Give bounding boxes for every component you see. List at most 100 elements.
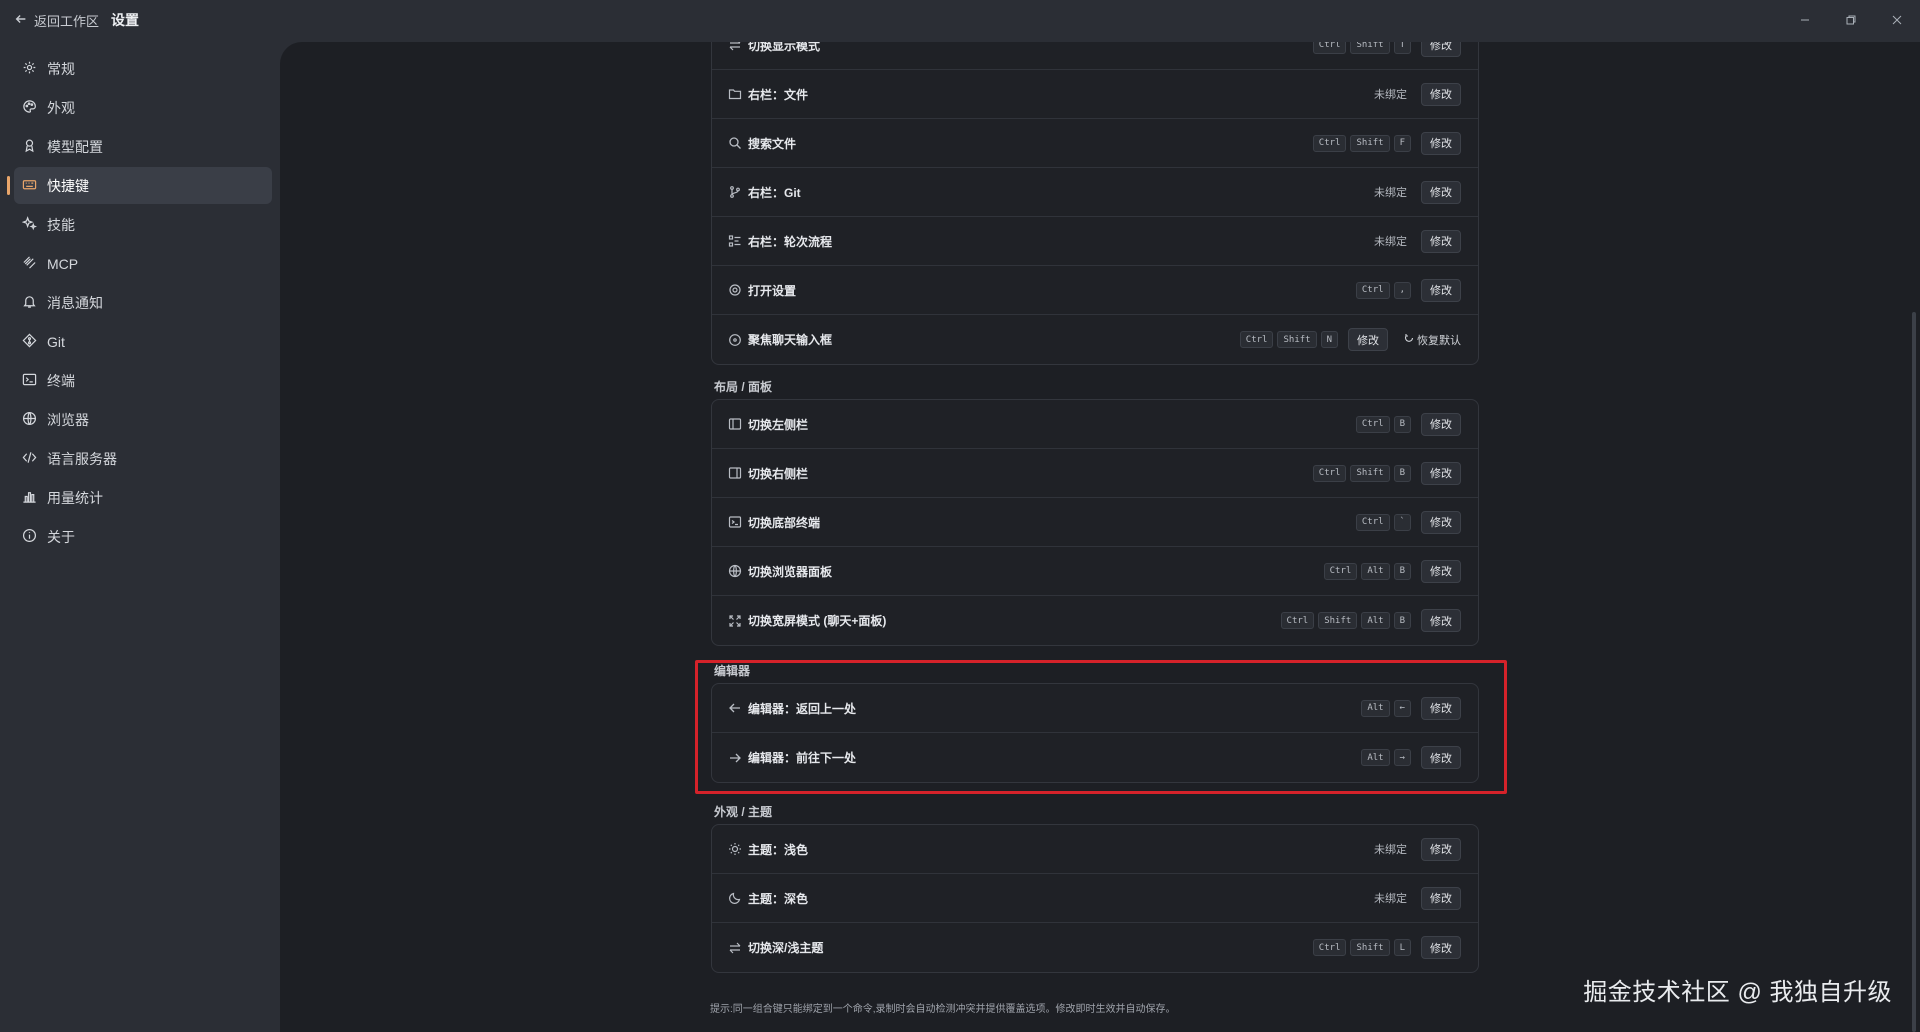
window-controls <box>1782 0 1920 40</box>
left-sidebar-icon <box>728 417 742 431</box>
sidebar-item-terminal[interactable]: 终端 <box>14 362 272 399</box>
keyboard-icon <box>22 177 37 195</box>
shortcut-row: 主题：浅色 未绑定 修改 <box>712 825 1478 874</box>
refresh-icon <box>1404 333 1414 346</box>
settings-content-panel: 切换显示模式 Ctrl Shift T 修改 右栏：文件 未绑定 修改 搜索文件 <box>280 42 1920 1032</box>
sidebar-item-about[interactable]: 关于 <box>14 518 272 555</box>
sidebar-item-skills[interactable]: 技能 <box>14 206 272 243</box>
sidebar-item-git[interactable]: Git <box>14 323 272 360</box>
edit-button[interactable]: 修改 <box>1421 936 1461 959</box>
page-title: 设置 <box>111 12 140 28</box>
globe-icon <box>728 564 742 578</box>
info-icon <box>22 528 37 546</box>
edit-button[interactable]: 修改 <box>1421 461 1461 485</box>
minimize-button[interactable] <box>1782 0 1828 40</box>
edit-button[interactable]: 修改 <box>1421 412 1461 436</box>
sidebar-item-usage-stats[interactable]: 用量统计 <box>14 479 272 516</box>
edit-button[interactable]: 修改 <box>1348 328 1388 351</box>
terminal-icon <box>22 372 37 390</box>
shortcut-row: 编辑器：返回上一处 Alt ← 修改 <box>712 684 1478 733</box>
shortcut-row: 切换左侧栏 Ctrl B 修改 <box>712 400 1478 449</box>
swap-icon <box>728 42 742 52</box>
shortcut-row: 右栏：Git 未绑定 修改 <box>712 168 1478 217</box>
shortcuts-list: 切换显示模式 Ctrl Shift T 修改 右栏：文件 未绑定 修改 搜索文件 <box>711 42 1479 973</box>
section-title-layout: 布局 / 面板 <box>714 380 773 394</box>
restore-button[interactable] <box>1828 0 1874 40</box>
shortcut-row: 切换浏览器面板 Ctrl Alt B 修改 <box>712 547 1478 596</box>
shortcut-row: 切换显示模式 Ctrl Shift T 修改 <box>712 42 1478 70</box>
settings-icon <box>728 283 742 297</box>
code-icon <box>22 450 37 468</box>
sidebar-item-language-server[interactable]: 语言服务器 <box>14 440 272 477</box>
sparkle-icon <box>21 215 38 234</box>
folder-icon <box>728 87 742 101</box>
expand-icon <box>728 614 742 628</box>
edit-button[interactable]: 修改 <box>1421 229 1461 253</box>
back-to-workspace-button[interactable]: 返回工作区 <box>14 11 99 30</box>
shortcut-card-editor: 编辑器：返回上一处 Alt ← 修改 编辑器：前往下一处 Alt → 修改 <box>711 683 1479 783</box>
shortcut-row: 切换宽屏模式 (聊天+面板) Ctrl Shift Alt B 修改 <box>712 596 1478 645</box>
shortcut-row: 切换底部终端 Ctrl ` 修改 <box>712 498 1478 547</box>
moon-icon <box>728 891 742 905</box>
sun-icon <box>728 842 742 856</box>
settings-sidebar: 常规 外观 模型配置 快捷键 技能 MCP 消息通知 Git 终端 浏览器 语言… <box>0 50 280 557</box>
shortcut-row: 编辑器：前往下一处 Alt → 修改 <box>712 733 1478 782</box>
shortcut-card-theme: 主题：浅色 未绑定 修改 主题：深色 未绑定 修改 切换深/浅主题 Ctrl S… <box>711 824 1479 973</box>
flow-list-icon <box>728 234 742 248</box>
title-bar: 返回工作区 设置 <box>0 0 1920 40</box>
focus-icon <box>728 333 742 347</box>
shortcut-row: 聚焦聊天输入框 Ctrl Shift N 修改 恢复默认 <box>712 315 1478 364</box>
arrow-right-icon <box>728 751 742 765</box>
sidebar-item-mcp[interactable]: MCP <box>14 245 272 282</box>
gear-icon <box>22 60 37 78</box>
back-label: 返回工作区 <box>34 13 100 29</box>
edit-button[interactable]: 修改 <box>1421 42 1461 57</box>
edit-button[interactable]: 修改 <box>1421 278 1461 302</box>
arrow-left-icon <box>728 701 742 715</box>
sidebar-item-model-config[interactable]: 模型配置 <box>14 128 272 165</box>
edit-button[interactable]: 修改 <box>1421 510 1461 534</box>
search-icon <box>728 136 742 150</box>
edit-button[interactable]: 修改 <box>1421 696 1461 720</box>
model-icon <box>22 138 37 156</box>
sidebar-item-notifications[interactable]: 消息通知 <box>14 284 272 321</box>
git-branch-icon <box>728 185 742 199</box>
sidebar-item-appearance[interactable]: 外观 <box>14 89 272 126</box>
section-title-theme: 外观 / 主题 <box>714 805 773 819</box>
shortcut-card-general: 切换显示模式 Ctrl Shift T 修改 右栏：文件 未绑定 修改 搜索文件 <box>711 42 1479 365</box>
sidebar-item-shortcuts[interactable]: 快捷键 <box>7 167 272 204</box>
edit-button[interactable]: 修改 <box>1421 746 1461 769</box>
close-button[interactable] <box>1874 0 1920 40</box>
shortcut-row: 右栏：文件 未绑定 修改 <box>712 70 1478 119</box>
shortcut-row: 切换右侧栏 Ctrl Shift B 修改 <box>712 449 1478 498</box>
edit-button[interactable]: 修改 <box>1421 609 1461 632</box>
section-title-editor: 编辑器 <box>714 664 751 678</box>
shortcut-row: 切换深/浅主题 Ctrl Shift L 修改 <box>712 923 1478 972</box>
shortcut-card-layout: 切换左侧栏 Ctrl B 修改 切换右侧栏 Ctrl Shift B 修改 切换… <box>711 399 1479 646</box>
scrollbar[interactable] <box>1912 312 1916 1032</box>
palette-icon <box>22 99 37 117</box>
swap-icon <box>728 941 742 955</box>
sidebar-item-general[interactable]: 常规 <box>14 50 272 87</box>
globe-icon <box>22 411 37 429</box>
git-icon <box>22 333 37 351</box>
edit-button[interactable]: 修改 <box>1421 82 1461 106</box>
right-sidebar-icon <box>728 466 742 480</box>
sidebar-item-browser[interactable]: 浏览器 <box>14 401 272 438</box>
bell-icon <box>22 294 37 312</box>
watermark: 掘金技术社区 @ 我独自升级 <box>1583 979 1892 1006</box>
edit-button[interactable]: 修改 <box>1421 886 1461 910</box>
hint-text: 提示:同一组合键只能绑定到一个命令,录制时会自动检测冲突并提供覆盖选项。修改即时… <box>710 1004 1176 1015</box>
reset-default-button[interactable]: 恢复默认 <box>1404 332 1461 348</box>
edit-button[interactable]: 修改 <box>1421 559 1461 583</box>
shortcut-row: 右栏：轮次流程 未绑定 修改 <box>712 217 1478 266</box>
terminal-icon <box>728 515 742 529</box>
shortcut-row: 搜索文件 Ctrl Shift F 修改 <box>712 119 1478 168</box>
mcp-icon <box>22 255 37 273</box>
edit-button[interactable]: 修改 <box>1421 837 1461 861</box>
arrow-left-icon <box>14 12 28 29</box>
edit-button[interactable]: 修改 <box>1421 131 1461 155</box>
bar-chart-icon <box>22 489 37 507</box>
shortcut-row: 主题：深色 未绑定 修改 <box>712 874 1478 923</box>
edit-button[interactable]: 修改 <box>1421 180 1461 204</box>
